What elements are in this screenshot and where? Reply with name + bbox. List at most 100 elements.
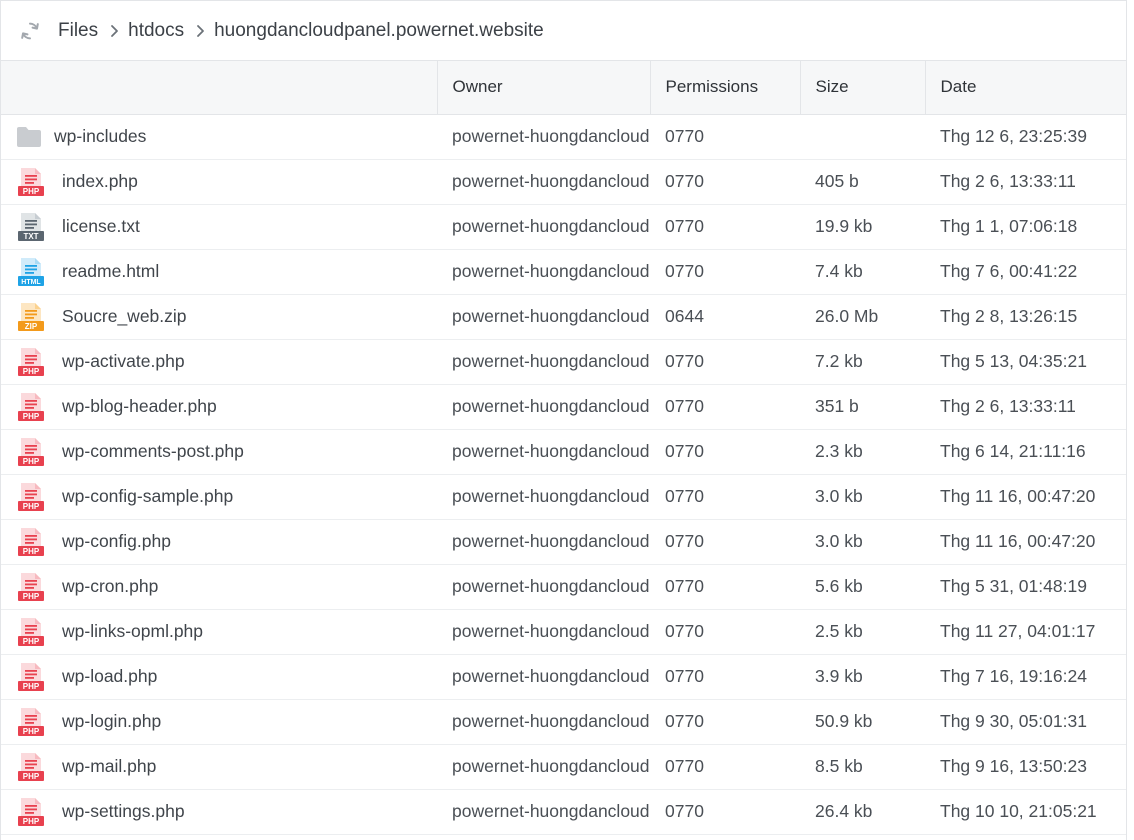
permissions-cell[interactable]: 0770 (650, 519, 800, 565)
permissions-cell[interactable]: 0770 (650, 204, 800, 250)
name-cell[interactable]: PHP wp-blog-header.php (1, 384, 437, 430)
header-date[interactable]: Date (924, 61, 1126, 115)
file-name-link[interactable]: PHP index.php (16, 167, 437, 197)
permissions-cell[interactable]: 0770 (650, 159, 800, 205)
file-name-link[interactable]: PHP wp-mail.php (16, 752, 437, 782)
date-cell: Thg 7 16, 19:16:24 (925, 654, 1126, 700)
table-row[interactable]: TXT license.txt powernet-huongdancloud 0770… (1, 204, 1126, 250)
php-file-icon: PHP (16, 707, 46, 737)
table-row[interactable]: PHP wp-comments-post.php powernet-huongdan… (1, 429, 1126, 475)
size-cell: 26.0 Mb (800, 294, 925, 340)
name-cell[interactable]: PHP wp-cron.php (1, 564, 437, 610)
permissions-cell[interactable]: 0770 (650, 249, 800, 295)
name-cell[interactable]: PHP wp-config-sample.php (1, 474, 437, 520)
file-name-link[interactable]: PHP wp-cron.php (16, 572, 437, 602)
size-cell: 50.9 kb (800, 699, 925, 745)
breadcrumb: Files htdocs huongdancloudpanel.powernet… (1, 1, 1126, 61)
header-name[interactable] (1, 61, 437, 115)
permissions-cell[interactable]: 0770 (650, 339, 800, 385)
file-name-link[interactable]: TXT license.txt (16, 212, 437, 242)
name-cell[interactable]: ZIP Soucre_web.zip (1, 294, 437, 340)
breadcrumb-files[interactable]: Files (58, 20, 98, 42)
table-row[interactable]: wp-includes powernet-huongdancloud 0770 Thg… (1, 114, 1126, 160)
name-cell[interactable]: PHP wp-settings.php (1, 789, 437, 835)
file-name-link[interactable]: PHP wp-config.php (16, 527, 437, 557)
file-name: license.txt (62, 216, 140, 236)
table-row[interactable]: PHP wp-load.php powernet-huongdancloud 0770… (1, 654, 1126, 700)
name-cell[interactable]: PHP wp-login.php (1, 699, 437, 745)
name-cell[interactable]: TXT license.txt (1, 204, 437, 250)
size-cell: 19.9 kb (800, 204, 925, 250)
name-cell[interactable]: PHP wp-links-opml.php (1, 609, 437, 655)
table-row[interactable]: PHP wp-settings.php powernet-huongdancloud… (1, 789, 1126, 835)
size-cell: 2.3 kb (800, 429, 925, 475)
table-row[interactable]: PHP wp-cron.php powernet-huongdancloud 0770… (1, 564, 1126, 610)
table-row[interactable]: PHP wp-mail.php powernet-huongdancloud 0770… (1, 744, 1126, 790)
file-name-link[interactable]: wp-includes (16, 122, 437, 152)
permissions-cell[interactable]: 0770 (650, 564, 800, 610)
chevron-right-icon (106, 24, 122, 38)
file-name-link[interactable]: PHP wp-activate.php (16, 347, 437, 377)
name-cell[interactable]: HTML readme.html (1, 249, 437, 295)
header-owner[interactable]: Owner (436, 61, 650, 115)
svg-text:TXT: TXT (23, 232, 38, 241)
table-row[interactable]: ZIP Soucre_web.zip powernet-huongdancloud 0… (1, 294, 1126, 340)
refresh-icon[interactable] (19, 20, 41, 42)
permissions-cell[interactable]: 0770 (650, 789, 800, 835)
svg-text:PHP: PHP (23, 457, 40, 466)
file-name-link[interactable]: PHP wp-blog-header.php (16, 392, 437, 422)
svg-text:PHP: PHP (23, 727, 40, 736)
permissions-cell[interactable]: 0770 (650, 474, 800, 520)
permissions-cell[interactable]: 0770 (650, 429, 800, 475)
txt-file-icon: TXT (16, 212, 46, 242)
table-row[interactable]: PHP wp-activate.php powernet-huongdancloud… (1, 339, 1126, 385)
name-cell[interactable]: PHP wp-comments-post.php (1, 429, 437, 475)
file-name-link[interactable]: PHP wp-settings.php (16, 797, 437, 827)
table-row[interactable]: PHP wp-login.php powernet-huongdancloud 077… (1, 699, 1126, 745)
svg-text:PHP: PHP (23, 637, 40, 646)
owner-cell: powernet-huongdancloud (437, 654, 650, 700)
date-cell: Thg 11 16, 00:47:20 (925, 474, 1126, 520)
table-row[interactable]: HTML readme.html powernet-huongdancloud 077… (1, 249, 1126, 295)
name-cell[interactable]: PHP wp-mail.php (1, 744, 437, 790)
date-cell: Thg 5 31, 01:48:19 (925, 564, 1126, 610)
table-row[interactable]: PHP index.php powernet-huongdancloud 0770 40… (1, 159, 1126, 205)
file-name-link[interactable]: PHP wp-config-sample.php (16, 482, 437, 512)
file-name-link[interactable]: HTML readme.html (16, 257, 437, 287)
date-cell: Thg 2 8, 13:26:15 (925, 294, 1126, 340)
header-permissions[interactable]: Permissions (649, 61, 800, 115)
name-cell[interactable]: PHP wp-config.php (1, 519, 437, 565)
permissions-cell[interactable]: 0770 (650, 114, 800, 160)
breadcrumb-current-folder[interactable]: huongdancloudpanel.powernet.website (214, 20, 544, 42)
permissions-cell[interactable]: 0770 (650, 384, 800, 430)
table-row[interactable]: PHP wp-config-sample.php powernet-huongdan… (1, 474, 1126, 520)
svg-text:PHP: PHP (23, 367, 40, 376)
permissions-cell[interactable]: 0770 (650, 609, 800, 655)
file-name-link[interactable]: PHP wp-load.php (16, 662, 437, 692)
permissions-cell[interactable]: 0770 (650, 744, 800, 790)
file-name: Soucre_web.zip (62, 306, 187, 326)
file-name-link[interactable]: ZIP Soucre_web.zip (16, 302, 437, 332)
size-cell: 2.5 kb (800, 609, 925, 655)
file-name-link[interactable]: PHP wp-comments-post.php (16, 437, 437, 467)
name-cell[interactable]: PHP wp-load.php (1, 654, 437, 700)
permissions-cell[interactable]: 0770 (650, 654, 800, 700)
name-cell[interactable]: PHP wp-activate.php (1, 339, 437, 385)
size-cell: 3.0 kb (800, 474, 925, 520)
file-name-link[interactable]: PHP wp-links-opml.php (16, 617, 437, 647)
svg-text:PHP: PHP (23, 412, 40, 421)
breadcrumb-htdocs[interactable]: htdocs (128, 20, 184, 42)
permissions-cell[interactable]: 0770 (650, 699, 800, 745)
permissions-cell[interactable]: 0644 (650, 294, 800, 340)
size-cell: 405 b (800, 159, 925, 205)
size-cell: 8.5 kb (800, 744, 925, 790)
table-row[interactable]: PHP wp-links-opml.php powernet-huongdanclo… (1, 609, 1126, 655)
name-cell[interactable]: PHP index.php (1, 159, 437, 205)
file-name: wp-config.php (62, 531, 171, 551)
table-row[interactable]: PHP wp-config.php powernet-huongdancloud 07… (1, 519, 1126, 565)
file-name-link[interactable]: PHP wp-login.php (16, 707, 437, 737)
header-size[interactable]: Size (799, 61, 925, 115)
table-row[interactable]: PHP wp-blog-header.php powernet-huongdancl… (1, 384, 1126, 430)
svg-text:ZIP: ZIP (25, 322, 38, 331)
name-cell[interactable]: wp-includes (1, 114, 437, 160)
